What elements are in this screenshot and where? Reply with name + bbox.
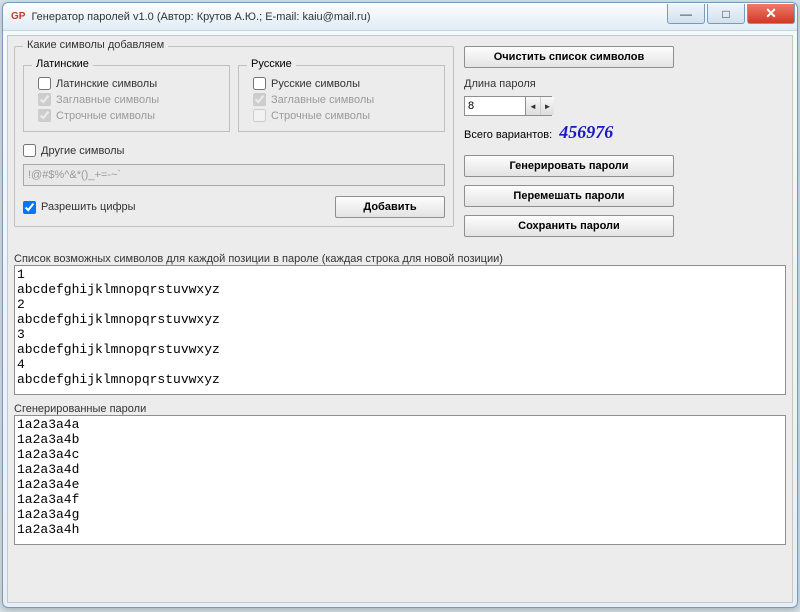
group-which-symbols: Какие символы добавляем Латинские Латинс… bbox=[14, 46, 454, 227]
app-icon: GP bbox=[11, 11, 25, 22]
checkbox-allow-digits-label: Разрешить цифры bbox=[41, 201, 136, 213]
minimize-button[interactable]: — bbox=[667, 4, 705, 24]
length-input[interactable] bbox=[465, 97, 525, 115]
right-column: Очистить список символов Длина пароля ◄ … bbox=[464, 42, 786, 245]
checkbox-latin-uppercase-input[interactable] bbox=[38, 93, 51, 106]
checkbox-latin-uppercase-label: Заглавные символы bbox=[56, 94, 159, 106]
checkbox-latin-lowercase[interactable]: Строчные символы bbox=[38, 109, 221, 122]
window-title: Генератор паролей v1.0 (Автор: Крутов А.… bbox=[31, 11, 667, 23]
checkbox-latin-lowercase-label: Строчные символы bbox=[56, 110, 155, 122]
variants-value: 456976 bbox=[559, 122, 613, 142]
passwords-textarea-wrap bbox=[14, 415, 786, 545]
checkbox-latin-symbols-label: Латинские символы bbox=[56, 78, 157, 90]
variants-label: Всего вариантов: bbox=[464, 129, 552, 141]
checkbox-russian-uppercase[interactable]: Заглавные символы bbox=[253, 93, 436, 106]
length-increment-button[interactable]: ► bbox=[540, 97, 554, 115]
checkbox-latin-symbols[interactable]: Латинские символы bbox=[38, 77, 221, 90]
group-latin: Латинские Латинские символы Заглавные си… bbox=[23, 65, 230, 132]
checkbox-other-symbols-label: Другие символы bbox=[41, 145, 124, 157]
app-window: GP Генератор паролей v1.0 (Автор: Крутов… bbox=[2, 2, 798, 608]
group-russian-legend: Русские bbox=[247, 58, 296, 70]
symbols-list-label: Список возможных символов для каждой поз… bbox=[14, 253, 786, 265]
length-label: Длина пароля bbox=[464, 78, 536, 90]
shuffle-button[interactable]: Перемешать пароли bbox=[464, 185, 674, 207]
close-button[interactable]: ✕ bbox=[747, 4, 795, 24]
group-which-symbols-legend: Какие символы добавляем bbox=[23, 39, 168, 51]
checkbox-russian-symbols-input[interactable] bbox=[253, 77, 266, 90]
checkbox-russian-lowercase-input[interactable] bbox=[253, 109, 266, 122]
save-button[interactable]: Сохранить пароли bbox=[464, 215, 674, 237]
checkbox-russian-symbols[interactable]: Русские символы bbox=[253, 77, 436, 90]
client-area: Какие символы добавляем Латинские Латинс… bbox=[7, 35, 793, 603]
checkbox-other-symbols[interactable]: Другие символы bbox=[23, 144, 445, 157]
group-russian: Русские Русские символы Заглавные символ… bbox=[238, 65, 445, 132]
passwords-list-label: Сгенерированные пароли bbox=[14, 403, 786, 415]
checkbox-latin-symbols-input[interactable] bbox=[38, 77, 51, 90]
checkbox-allow-digits-input[interactable] bbox=[23, 201, 36, 214]
checkbox-russian-uppercase-label: Заглавные символы bbox=[271, 94, 374, 106]
checkbox-russian-symbols-label: Русские символы bbox=[271, 78, 360, 90]
passwords-textarea[interactable] bbox=[15, 416, 785, 544]
symbols-textarea-wrap bbox=[14, 265, 786, 395]
maximize-button[interactable]: □ bbox=[707, 4, 745, 24]
checkbox-russian-lowercase[interactable]: Строчные символы bbox=[253, 109, 436, 122]
other-symbols-input[interactable] bbox=[23, 164, 445, 186]
clear-symbols-button[interactable]: Очистить список символов bbox=[464, 46, 674, 68]
group-latin-legend: Латинские bbox=[32, 58, 93, 70]
checkbox-russian-uppercase-input[interactable] bbox=[253, 93, 266, 106]
generate-button[interactable]: Генерировать пароли bbox=[464, 155, 674, 177]
length-spinbox[interactable]: ◄ ► bbox=[464, 96, 552, 116]
checkbox-latin-lowercase-input[interactable] bbox=[38, 109, 51, 122]
symbols-textarea[interactable] bbox=[15, 266, 785, 394]
checkbox-russian-lowercase-label: Строчные символы bbox=[271, 110, 370, 122]
checkbox-other-symbols-input[interactable] bbox=[23, 144, 36, 157]
length-decrement-button[interactable]: ◄ bbox=[526, 97, 540, 115]
checkbox-latin-uppercase[interactable]: Заглавные символы bbox=[38, 93, 221, 106]
add-button[interactable]: Добавить bbox=[335, 196, 445, 218]
checkbox-allow-digits[interactable]: Разрешить цифры bbox=[23, 201, 325, 214]
titlebar[interactable]: GP Генератор паролей v1.0 (Автор: Крутов… bbox=[3, 3, 797, 31]
